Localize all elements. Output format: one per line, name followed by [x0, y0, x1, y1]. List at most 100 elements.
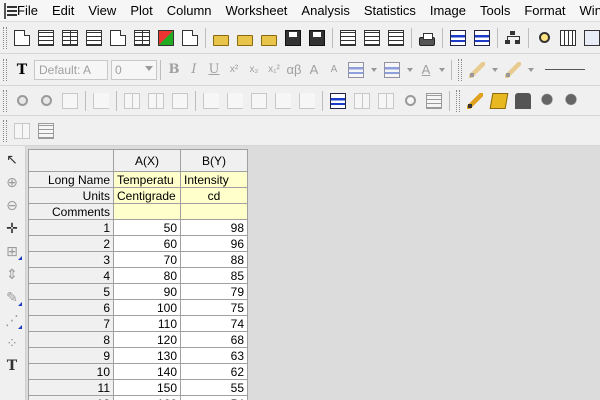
greek-button[interactable]: αβ [284, 59, 304, 81]
row-number[interactable]: 1 [28, 219, 114, 236]
font-name-select[interactable]: Default: A [34, 59, 108, 80]
add-layer-button[interactable] [121, 90, 143, 112]
cell-b[interactable]: 75 [180, 299, 248, 316]
add-layers-grid-button[interactable] [145, 90, 167, 112]
grid-view-button[interactable] [423, 90, 445, 112]
superscript-button[interactable]: x² [224, 59, 244, 81]
bold-button[interactable]: B [164, 59, 184, 81]
save-template-button[interactable] [306, 27, 328, 49]
rescale-button[interactable] [90, 90, 112, 112]
row-number[interactable]: 5 [28, 283, 114, 300]
add-inset-button[interactable] [169, 90, 191, 112]
menu-window[interactable]: Win [573, 0, 600, 22]
menu-column[interactable]: Column [160, 0, 219, 22]
cell-b[interactable]: 74 [180, 315, 248, 332]
code-builder-button[interactable] [447, 27, 469, 49]
cell-a[interactable]: 160 [113, 395, 181, 400]
cell-a[interactable]: 100 [113, 299, 181, 316]
fill-color-button[interactable] [466, 59, 488, 81]
subscript-button[interactable]: x₂ [244, 59, 264, 81]
whole-page-button[interactable] [59, 90, 81, 112]
supersubscript-button[interactable]: x₁² [264, 59, 284, 81]
cell-b[interactable]: 62 [180, 363, 248, 380]
import-multiple-ascii-button[interactable] [385, 27, 407, 49]
text-tool[interactable]: T [2, 356, 22, 376]
set-column-values-button[interactable] [327, 90, 349, 112]
cell-a[interactable]: 130 [113, 347, 181, 364]
command-window-button[interactable] [581, 27, 600, 49]
cell-b[interactable]: 98 [180, 219, 248, 236]
toolbar-grip[interactable] [3, 58, 7, 81]
menu-statistics[interactable]: Statistics [357, 0, 423, 22]
font-color-dropdown-icon[interactable] [439, 67, 445, 72]
units-cell-a[interactable]: Centigrade [113, 187, 181, 204]
import-single-ascii-button[interactable] [361, 27, 383, 49]
row-number[interactable]: 7 [28, 315, 114, 332]
increase-font-button[interactable]: A [304, 59, 324, 81]
axis-open-button[interactable] [296, 90, 318, 112]
column-header-a[interactable]: A(X) [113, 149, 181, 172]
menu-edit[interactable]: Edit [45, 0, 81, 22]
calculator-button[interactable] [557, 27, 579, 49]
zoom-in-button[interactable] [11, 90, 33, 112]
row-label-units[interactable]: Units [28, 187, 114, 204]
long-name-cell-b[interactable]: Intensity [180, 171, 248, 188]
row-number[interactable]: 11 [28, 379, 114, 396]
open-template-button[interactable] [234, 27, 256, 49]
toolbar-grip[interactable] [458, 58, 462, 81]
new-excel-button[interactable] [59, 27, 81, 49]
row-number[interactable]: 2 [28, 235, 114, 252]
new-notes-button[interactable] [179, 27, 201, 49]
axis-right-button[interactable] [272, 90, 294, 112]
column-header-b[interactable]: B(Y) [180, 149, 248, 172]
zoom-in-tool[interactable]: ⊕ [2, 172, 22, 192]
axis-bottom-left-button[interactable] [200, 90, 222, 112]
cell-a[interactable]: 150 [113, 379, 181, 396]
menu-plot[interactable]: Plot [123, 0, 159, 22]
axis-box-button[interactable] [248, 90, 270, 112]
clock-button[interactable] [399, 90, 421, 112]
font-color-button[interactable]: A [416, 59, 436, 81]
region-tool[interactable]: ⁘ [2, 333, 22, 353]
line-spacing-button[interactable] [381, 59, 403, 81]
mask-points-button[interactable] [488, 90, 510, 112]
toolbar-grip[interactable] [456, 89, 460, 112]
cell-a[interactable]: 80 [113, 267, 181, 284]
cell-a[interactable]: 50 [113, 219, 181, 236]
new-function-button[interactable] [131, 27, 153, 49]
toolbar-grip[interactable] [3, 119, 7, 142]
menu-analysis[interactable]: Analysis [294, 0, 356, 22]
cell-b[interactable]: 68 [180, 331, 248, 348]
row-number[interactable]: 9 [28, 347, 114, 364]
toolbar-grip[interactable] [3, 26, 7, 49]
column-stats-button[interactable] [375, 90, 397, 112]
new-graph-button[interactable] [83, 27, 105, 49]
print-button[interactable] [416, 27, 438, 49]
mask-tool[interactable]: ✎ [2, 287, 22, 307]
scale-tool[interactable]: ⇕ [2, 264, 22, 284]
cell-a[interactable]: 110 [113, 315, 181, 332]
menu-worksheet[interactable]: Worksheet [219, 0, 295, 22]
project-explorer-button[interactable] [502, 27, 524, 49]
data-reader-tool[interactable]: ✛ [2, 218, 22, 238]
long-name-cell-a[interactable]: Temperatu [113, 171, 181, 188]
open-button[interactable] [210, 27, 232, 49]
line-color-button[interactable] [502, 59, 524, 81]
italic-button[interactable]: I [184, 59, 204, 81]
units-cell-b[interactable]: cd [180, 187, 248, 204]
zoom-out-tool[interactable]: ⊖ [2, 195, 22, 215]
zoom-out-button[interactable] [35, 90, 57, 112]
new-layout-button[interactable] [155, 27, 177, 49]
align-dropdown-icon[interactable] [371, 67, 377, 72]
hide-mask-button[interactable] [560, 90, 582, 112]
comments-cell-b[interactable] [180, 203, 248, 220]
fill-color-dropdown-icon[interactable] [492, 67, 498, 72]
cell-b[interactable]: 88 [180, 251, 248, 268]
append-column-button[interactable] [35, 120, 57, 142]
cell-b[interactable]: 55 [180, 379, 248, 396]
new-project-button[interactable] [11, 27, 33, 49]
cell-b[interactable]: 79 [180, 283, 248, 300]
cell-b[interactable]: 85 [180, 267, 248, 284]
unmask-button[interactable] [512, 90, 534, 112]
data-selector-tool[interactable]: ⊞ [2, 241, 22, 261]
